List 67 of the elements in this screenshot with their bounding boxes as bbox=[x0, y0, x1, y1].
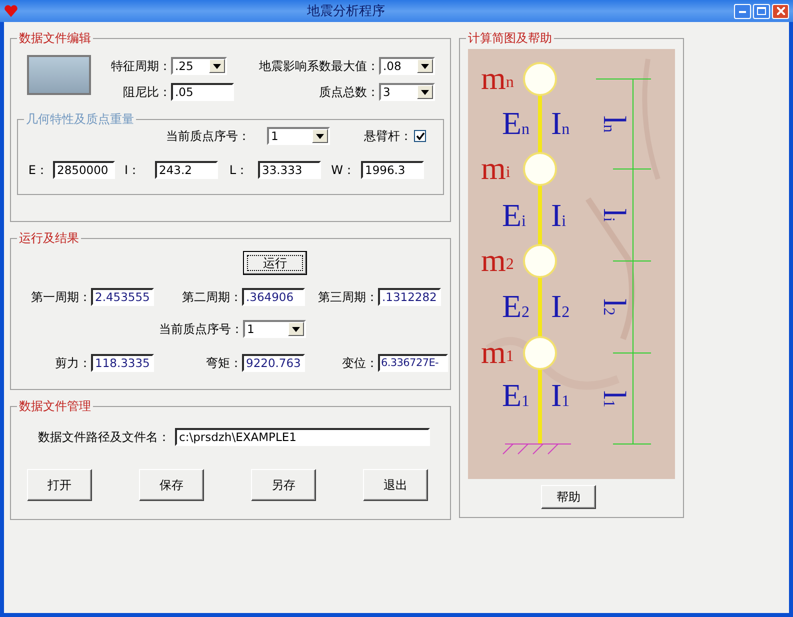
section-label: En bbox=[502, 105, 530, 141]
field-label: 当前质点序号： bbox=[158, 320, 243, 338]
section-label: Ii bbox=[551, 197, 566, 233]
help-button[interactable]: 帮助 bbox=[541, 485, 596, 509]
maximize-icon bbox=[757, 7, 766, 15]
mass-node bbox=[523, 244, 557, 278]
run-button[interactable]: 运行 bbox=[243, 251, 307, 275]
field-label: 当前质点序号： bbox=[165, 128, 250, 144]
field-label: 悬臂杆： bbox=[363, 128, 412, 144]
action-button[interactable]: 退出 bbox=[363, 469, 428, 501]
text-field[interactable]: .1312282 bbox=[378, 288, 441, 306]
minimize-icon bbox=[739, 10, 746, 12]
mass-node bbox=[523, 152, 557, 186]
text-field[interactable]: 6.336727E- bbox=[378, 354, 448, 372]
text-field[interactable]: 9220.763 bbox=[242, 354, 305, 372]
field-label: 弯矩： bbox=[205, 354, 242, 372]
photo-placeholder bbox=[27, 55, 91, 95]
group-title: 几何特性及质点重量 bbox=[25, 111, 135, 128]
action-button[interactable]: 保存 bbox=[139, 469, 204, 501]
window-title: 地震分析程序 bbox=[306, 3, 386, 20]
length-label: li bbox=[597, 208, 633, 222]
section-label: I1 bbox=[551, 377, 570, 413]
fixed-support-icon bbox=[502, 444, 572, 454]
text-field[interactable]: 118.3335 bbox=[91, 354, 154, 372]
section-label: E1 bbox=[502, 377, 530, 413]
action-button[interactable]: 另存 bbox=[251, 469, 316, 501]
text-field[interactable]: 2.453555 bbox=[91, 288, 154, 306]
field-label: E： bbox=[27, 162, 48, 178]
field-label: W： bbox=[330, 162, 355, 178]
field-label: 第三周期： bbox=[317, 288, 378, 306]
group-title: 数据文件管理 bbox=[18, 398, 92, 415]
section-label: In bbox=[551, 105, 570, 141]
length-label: ln bbox=[597, 116, 633, 132]
dropdown[interactable]: .25 bbox=[171, 57, 227, 75]
section-label: Ei bbox=[502, 197, 526, 233]
close-icon bbox=[776, 7, 784, 15]
field-label: 数据文件路径及文件名： bbox=[37, 428, 170, 446]
maximize-button[interactable] bbox=[753, 4, 770, 18]
text-field[interactable]: c:\prsdzh\EXAMPLE1 bbox=[175, 428, 430, 446]
heart-icon bbox=[4, 5, 18, 17]
field-label: 剪力： bbox=[54, 354, 91, 372]
dropdown[interactable]: .08 bbox=[379, 57, 435, 75]
field-label: 特征周期： bbox=[110, 58, 171, 74]
action-button[interactable]: 打开 bbox=[27, 469, 92, 501]
field-label: L： bbox=[228, 162, 248, 178]
group-title: 计算简图及帮助 bbox=[467, 30, 553, 47]
group-title: 运行及结果 bbox=[18, 230, 80, 247]
mass-node bbox=[523, 336, 557, 370]
length-label: l1 bbox=[597, 390, 633, 408]
minimize-button[interactable] bbox=[734, 4, 751, 18]
dropdown[interactable]: 3 bbox=[379, 83, 435, 101]
section-label: E2 bbox=[502, 288, 530, 324]
text-field[interactable]: .05 bbox=[171, 83, 234, 101]
field-label: 第二周期： bbox=[181, 288, 242, 306]
length-label: l2 bbox=[597, 298, 633, 316]
section-label: I2 bbox=[551, 288, 570, 324]
text-field[interactable]: .364906 bbox=[242, 288, 305, 306]
close-button[interactable] bbox=[772, 4, 789, 18]
group-title: 数据文件编辑 bbox=[18, 30, 92, 47]
field-label: 第一周期： bbox=[30, 288, 91, 306]
mass-node bbox=[523, 62, 557, 96]
field-label: 阻尼比： bbox=[122, 84, 171, 100]
field-label: 地震影响系数最大值： bbox=[258, 58, 379, 74]
field-label: I： bbox=[123, 162, 140, 178]
field-label: 变位： bbox=[341, 354, 378, 372]
dropdown[interactable]: 1 bbox=[243, 320, 306, 338]
field-label: 质点总数： bbox=[318, 84, 379, 100]
